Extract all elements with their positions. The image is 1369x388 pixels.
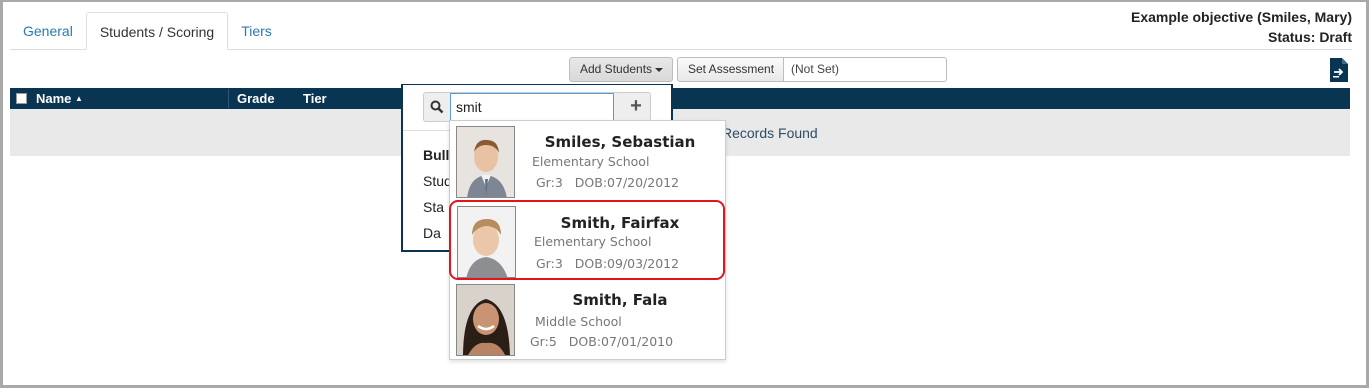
caret-down-icon (655, 67, 664, 72)
result-name: Smith, Fairfax (560, 214, 680, 232)
result-grade: Gr:3 (536, 256, 563, 271)
result-grade: Gr:3 (536, 175, 563, 190)
result-grade: Gr:5 (530, 334, 557, 349)
add-students-button[interactable]: Add Students (569, 57, 673, 82)
result-item[interactable]: Smiles, Sebastian Elementary School Gr:3… (450, 121, 725, 201)
assessment-value-field[interactable]: (Not Set) (783, 57, 947, 82)
add-icon[interactable]: + (626, 96, 646, 116)
panel-item-bulk[interactable]: Bull (423, 147, 449, 163)
result-meta: Gr:5 DOB:07/01/2010 (530, 334, 685, 349)
search-results-dropdown: Smiles, Sebastian Elementary School Gr:3… (449, 120, 726, 360)
panel-item-date[interactable]: Da (423, 225, 441, 241)
table-header: Name ▲ Grade Tier (10, 88, 1350, 109)
result-item[interactable]: Smith, Fairfax Elementary School Gr:3 DOB… (450, 201, 725, 281)
student-photo (456, 126, 515, 198)
add-students-label: Add Students (580, 62, 653, 76)
column-name[interactable]: Name ▲ (36, 91, 83, 106)
export-icon[interactable] (1328, 57, 1350, 83)
result-meta: Gr:3 DOB:09/03/2012 (536, 256, 691, 271)
result-name: Smiles, Sebastian (544, 133, 696, 151)
column-grade[interactable]: Grade (237, 91, 275, 106)
column-divider (228, 89, 229, 108)
objective-status: Status: Draft (1267, 29, 1352, 45)
result-meta: Gr:3 DOB:07/20/2012 (536, 175, 691, 190)
search-icon (430, 100, 444, 114)
search-group: + (423, 92, 651, 122)
result-dob: DOB:09/03/2012 (574, 256, 680, 271)
student-photo (456, 284, 515, 356)
set-assessment-button[interactable]: Set Assessment (677, 57, 784, 82)
panel-item-status[interactable]: Sta (423, 199, 444, 215)
result-school: Elementary School (532, 154, 650, 169)
sort-asc-icon: ▲ (75, 94, 83, 103)
result-dob: DOB:07/20/2012 (574, 175, 680, 190)
no-records-message: Records Found (722, 125, 818, 141)
result-school: Elementary School (534, 234, 652, 249)
objective-info: Example objective (Smiles, Mary) Status:… (1131, 7, 1352, 47)
tab-bar: General Students / Scoring Tiers (10, 12, 285, 50)
result-item[interactable]: Smith, Fala Middle School Gr:5 DOB:07/01/… (450, 281, 725, 361)
tab-students-scoring[interactable]: Students / Scoring (85, 12, 229, 50)
select-all-checkbox[interactable] (16, 93, 27, 104)
tab-general[interactable]: General (10, 12, 86, 50)
column-tier[interactable]: Tier (303, 91, 327, 106)
student-search-input[interactable] (450, 93, 614, 121)
objective-title: Example objective (Smiles, Mary) (1131, 9, 1352, 25)
result-school: Middle School (535, 314, 622, 329)
tab-tiers[interactable]: Tiers (228, 12, 285, 50)
result-dob: DOB:07/01/2010 (568, 334, 674, 349)
panel-item-students[interactable]: Stud (423, 173, 452, 189)
student-photo (457, 206, 516, 278)
result-name: Smith, Fala (572, 291, 668, 309)
